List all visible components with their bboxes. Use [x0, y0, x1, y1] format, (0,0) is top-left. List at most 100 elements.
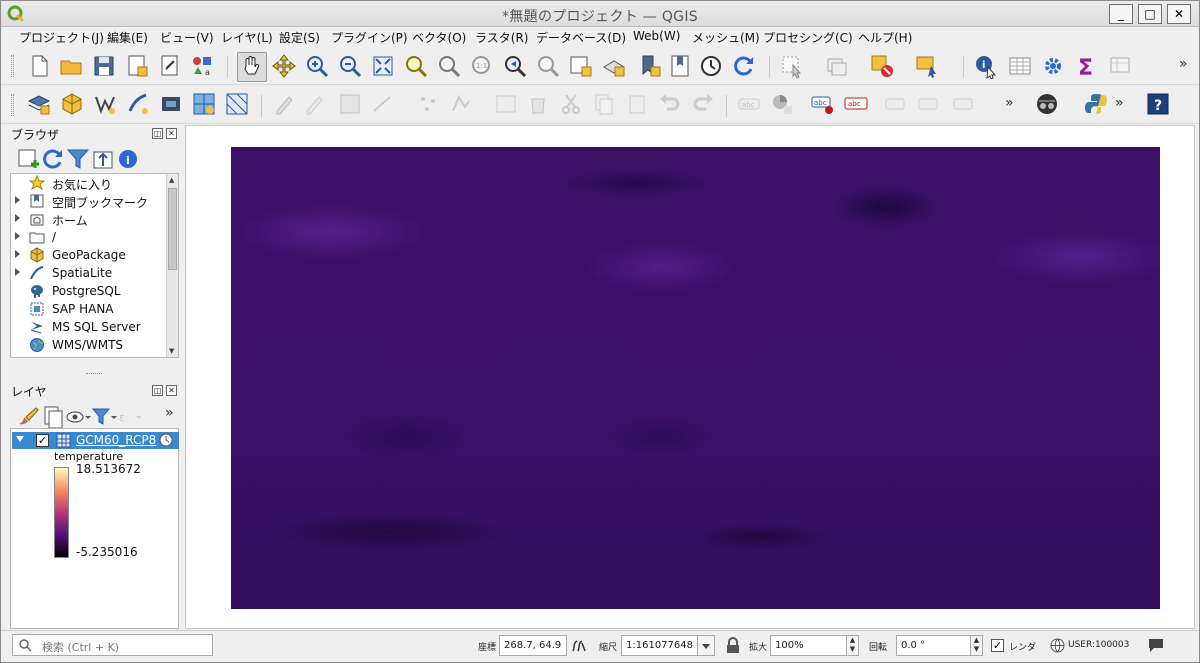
- expand-arrow-icon[interactable]: [15, 196, 20, 204]
- collapse-arrow-icon[interactable]: [16, 436, 24, 442]
- change-label-icon[interactable]: [951, 91, 977, 117]
- pin-labels-icon[interactable]: abc: [809, 91, 835, 117]
- toolbar-overflow-button[interactable]: »: [1005, 95, 1014, 111]
- data-source-manager-icon[interactable]: [26, 91, 52, 117]
- menu-web[interactable]: Web(W): [633, 29, 680, 43]
- digitize-line-icon[interactable]: [370, 91, 396, 117]
- expand-arrow-icon[interactable]: [15, 250, 20, 258]
- manage-map-themes-icon[interactable]: [65, 404, 91, 424]
- browser-item-mssql[interactable]: MS SQL Server: [11, 318, 166, 336]
- locator-search-input[interactable]: 検索 (Ctrl + K): [12, 634, 213, 656]
- save-project-icon[interactable]: [91, 53, 117, 79]
- collapse-all-icon[interactable]: [90, 146, 113, 169]
- new-mesh-layer-icon[interactable]: [224, 91, 250, 117]
- rotate-label-icon[interactable]: [916, 91, 942, 117]
- cut-features-icon[interactable]: [558, 91, 584, 117]
- menu-edit[interactable]: 編集(E): [107, 29, 148, 46]
- browser-tree[interactable]: お気に入り 空間ブックマーク ホーム / GeoPackage SpatiaLi…: [10, 173, 179, 358]
- zoom-to-layer-icon[interactable]: [436, 53, 462, 79]
- new-map-view-icon[interactable]: [568, 53, 594, 79]
- select-features-icon[interactable]: [779, 53, 805, 79]
- menu-database[interactable]: データベース(D): [536, 29, 626, 46]
- zoom-native-resolution-icon[interactable]: 1:1: [469, 53, 495, 79]
- menu-mesh[interactable]: メッシュ(M): [692, 29, 760, 46]
- new-spatial-bookmark-icon[interactable]: [637, 53, 663, 79]
- python-console-icon[interactable]: [1083, 91, 1109, 117]
- style-manager-icon[interactable]: a: [189, 53, 215, 79]
- filter-by-expression-icon[interactable]: ε: [117, 404, 147, 424]
- delete-selected-icon[interactable]: [525, 91, 551, 117]
- redo-icon[interactable]: [690, 91, 716, 117]
- toggle-editing-icon[interactable]: [301, 91, 327, 117]
- properties-info-icon[interactable]: i: [115, 146, 137, 168]
- menu-layer[interactable]: レイヤ(L): [221, 29, 273, 46]
- layer-name[interactable]: GCM60_RCP8: [76, 433, 156, 447]
- browser-item-sap-hana[interactable]: SAP HANA: [11, 300, 166, 318]
- copy-features-icon[interactable]: [591, 91, 617, 117]
- layer-labeling-options-icon[interactable]: abc: [736, 91, 762, 117]
- scale-field[interactable]: 1:161077648: [621, 635, 698, 656]
- render-checkbox[interactable]: ✓: [991, 639, 1004, 652]
- processing-toolbox-icon[interactable]: [1040, 53, 1066, 79]
- expand-arrow-icon[interactable]: [15, 232, 20, 240]
- add-selected-layers-icon[interactable]: [15, 146, 39, 168]
- layer-row-gcm60[interactable]: ✓ GCM60_RCP8: [12, 432, 179, 449]
- modify-attributes-icon[interactable]: [493, 91, 519, 117]
- select-location-icon[interactable]: [914, 53, 940, 79]
- layers-toolbar-overflow-button[interactable]: »: [165, 405, 174, 421]
- rotation-field[interactable]: 0.0 °: [896, 635, 971, 656]
- browser-item-wms-wmts[interactable]: WMS/WMTS: [11, 336, 166, 354]
- zoom-next-icon[interactable]: [535, 53, 561, 79]
- undo-icon[interactable]: [657, 91, 683, 117]
- new-virtual-layer-icon[interactable]: [158, 91, 184, 117]
- zoom-out-icon[interactable]: [337, 53, 363, 79]
- identify-features-icon[interactable]: i: [973, 53, 999, 79]
- menu-settings[interactable]: 設定(S): [279, 29, 320, 46]
- scroll-up-icon[interactable]: ▲: [169, 176, 174, 184]
- refresh-icon[interactable]: [731, 53, 757, 79]
- open-layer-styling-icon[interactable]: [15, 404, 39, 425]
- close-panel-icon[interactable]: ✕: [166, 385, 177, 396]
- close-button[interactable]: ✕: [1167, 4, 1191, 24]
- magnifier-field[interactable]: 100%: [770, 635, 847, 656]
- paste-features-icon[interactable]: [624, 91, 650, 117]
- expand-arrow-icon[interactable]: [15, 268, 20, 276]
- menu-raster[interactable]: ラスタ(R): [475, 29, 528, 46]
- new-shapefile-layer-icon[interactable]: [92, 91, 118, 117]
- new-3d-map-view-icon[interactable]: [601, 53, 627, 79]
- browser-item-postgresql[interactable]: PostgreSQL: [11, 282, 166, 300]
- browser-item-geopackage[interactable]: GeoPackage: [11, 246, 166, 264]
- coordinate-field[interactable]: 268.7, 64.9: [499, 635, 567, 656]
- zoom-full-icon[interactable]: [370, 53, 396, 79]
- zoom-to-selection-icon[interactable]: [403, 53, 429, 79]
- scrollbar-thumb[interactable]: [168, 188, 177, 270]
- help-contents-icon[interactable]: ?: [1145, 91, 1171, 117]
- browser-item-spatialite[interactable]: SpatiaLite: [11, 264, 166, 282]
- plugin-globe-icon[interactable]: [1034, 91, 1060, 117]
- filter-browser-icon[interactable]: [65, 146, 90, 169]
- crs-globe-icon[interactable]: [1050, 638, 1065, 653]
- toolbar-grip[interactable]: [11, 94, 14, 116]
- menu-vector[interactable]: ベクタ(O): [412, 29, 466, 46]
- layout-manager-icon[interactable]: [157, 53, 183, 79]
- float-panel-icon[interactable]: ◫: [152, 128, 163, 139]
- browser-item-favorites[interactable]: お気に入り: [11, 174, 166, 192]
- add-group-icon[interactable]: [40, 404, 63, 429]
- close-panel-icon[interactable]: ✕: [166, 128, 177, 139]
- toolbar-overflow-button[interactable]: »: [1179, 56, 1188, 72]
- show-hide-labels-icon[interactable]: abc: [843, 91, 869, 117]
- filter-legend-icon[interactable]: [91, 404, 117, 425]
- zoom-in-icon[interactable]: [304, 53, 330, 79]
- statistical-summary-icon[interactable]: Σ: [1073, 53, 1099, 79]
- save-layer-edits-icon[interactable]: [337, 91, 363, 117]
- diagram-options-icon[interactable]: [769, 91, 795, 117]
- pan-map-icon[interactable]: [237, 52, 267, 82]
- menu-processing[interactable]: プロセシング(C): [763, 29, 853, 46]
- add-point-feature-icon[interactable]: [415, 91, 441, 117]
- menu-help[interactable]: ヘルプ(H): [858, 29, 912, 46]
- menu-project[interactable]: プロジェクト(J): [19, 29, 104, 46]
- minimize-button[interactable]: _: [1109, 4, 1133, 24]
- new-geopackage-layer-icon[interactable]: [59, 91, 85, 117]
- scale-dropdown-button[interactable]: [697, 635, 715, 656]
- move-label-icon[interactable]: [883, 91, 909, 117]
